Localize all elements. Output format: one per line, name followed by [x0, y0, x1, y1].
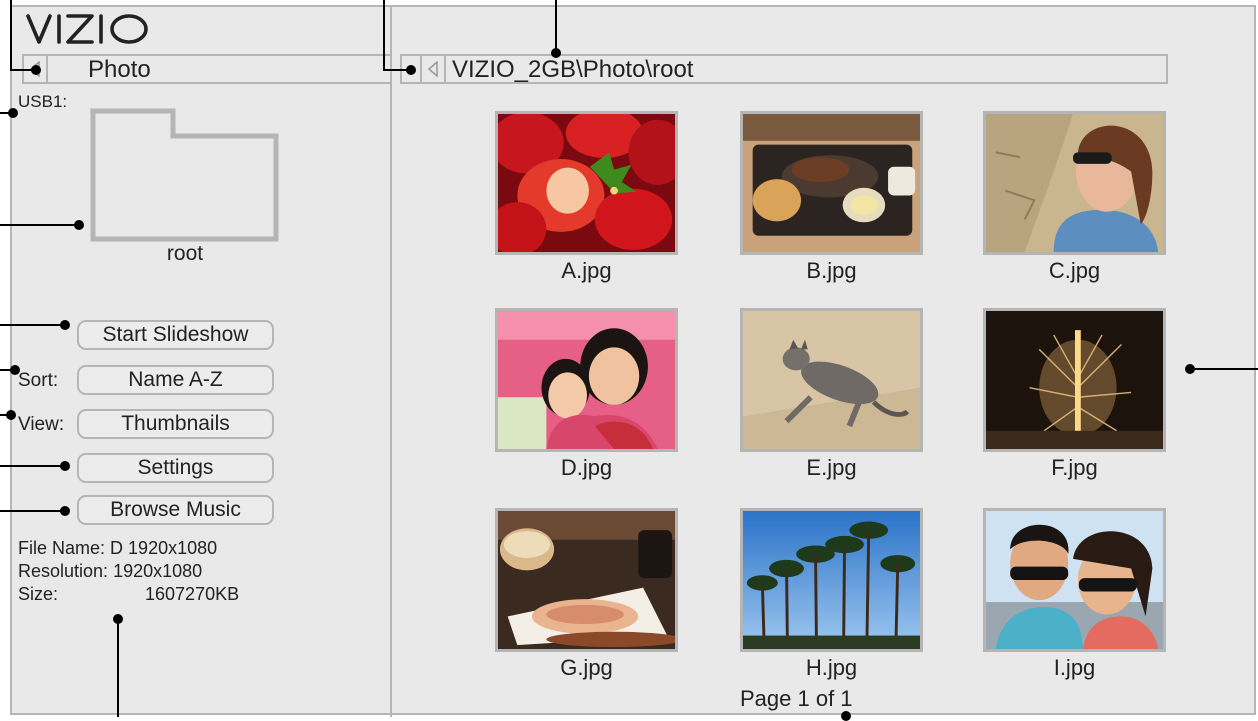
start-slideshow-button[interactable]: Start Slideshow: [77, 320, 274, 350]
file-name-label: File Name:: [18, 538, 106, 558]
callout-line: [383, 0, 385, 70]
left-path-bar: Photo: [22, 54, 392, 84]
thumbnail-caption: B.jpg: [806, 258, 857, 283]
device-label: USB1:: [18, 92, 68, 111]
size-label: Size:: [18, 584, 59, 604]
callout-line: [10, 0, 12, 70]
page-indicator: Page 1 of 1: [740, 686, 853, 711]
folder-icon[interactable]: [90, 108, 280, 242]
file-info: File Name: D 1920x1080 Resolution: 1920x…: [18, 537, 239, 606]
back-triangle-icon[interactable]: [420, 56, 446, 82]
settings-button[interactable]: Settings: [77, 453, 274, 483]
callout-dot: [113, 614, 123, 624]
main-path-label: VIZIO_2GB\Photo\root: [452, 56, 694, 83]
callout-line: [0, 224, 78, 226]
thumbnail-b[interactable]: [740, 111, 923, 255]
thumbnail-e[interactable]: [740, 308, 923, 452]
thumbnail-caption: I.jpg: [1053, 655, 1096, 680]
thumbnail-caption: C.jpg: [1048, 258, 1101, 283]
callout-dot: [31, 65, 41, 75]
thumbnail-d[interactable]: [495, 308, 678, 452]
panel-divider: [390, 5, 392, 717]
thumbnail-g[interactable]: [495, 508, 678, 652]
callout-dot: [1185, 364, 1195, 374]
sort-label: Sort:: [18, 370, 59, 391]
thumbnail-caption: D.jpg: [560, 455, 613, 480]
thumbnail-caption: E.jpg: [806, 455, 857, 480]
file-name-value: D 1920x1080: [110, 538, 218, 558]
callout-dot: [60, 461, 70, 471]
callout-dot: [10, 365, 20, 375]
callout-dot: [551, 48, 561, 58]
callout-line: [0, 510, 64, 512]
folder-name: root: [166, 242, 204, 265]
size-value: 1607270KB: [145, 584, 240, 604]
resolution-row: Resolution: 1920x1080: [18, 560, 239, 583]
thumbnail-caption: F.jpg: [1051, 455, 1098, 480]
vizio-logo: [26, 14, 148, 44]
view-select[interactable]: Thumbnails: [77, 409, 274, 439]
file-name-row: File Name: D 1920x1080: [18, 537, 239, 560]
browse-music-button[interactable]: Browse Music: [77, 495, 274, 525]
thumbnail-caption: G.jpg: [560, 655, 613, 680]
thumbnail-caption: H.jpg: [805, 655, 858, 680]
thumbnail-f[interactable]: [983, 308, 1166, 452]
sort-select[interactable]: Name A-Z: [77, 365, 274, 395]
callout-line: [117, 618, 119, 717]
callout-dot: [60, 320, 70, 330]
thumbnail-a[interactable]: [495, 111, 678, 255]
thumbnail-c[interactable]: [983, 111, 1166, 255]
callout-line: [555, 0, 557, 52]
callout-dot: [8, 108, 18, 118]
callout-dot: [74, 220, 84, 230]
view-label: View:: [18, 414, 65, 435]
callout-line: [0, 465, 64, 467]
callout-dot: [406, 65, 416, 75]
thumbnail-i[interactable]: [983, 508, 1166, 652]
size-row: Size: 1607270KB: [18, 583, 239, 606]
callout-line: [1190, 368, 1258, 370]
callout-dot: [60, 506, 70, 516]
left-path-label: Photo: [88, 56, 151, 83]
thumbnail-h[interactable]: [740, 508, 923, 652]
callout-line: [0, 324, 64, 326]
main-path-bar: VIZIO_2GB\Photo\root: [400, 54, 1168, 84]
resolution-label: Resolution:: [18, 561, 109, 581]
thumbnail-caption: A.jpg: [561, 258, 612, 283]
resolution-value: 1920x1080: [113, 561, 203, 581]
callout-dot: [6, 410, 16, 420]
callout-dot: [841, 711, 851, 721]
